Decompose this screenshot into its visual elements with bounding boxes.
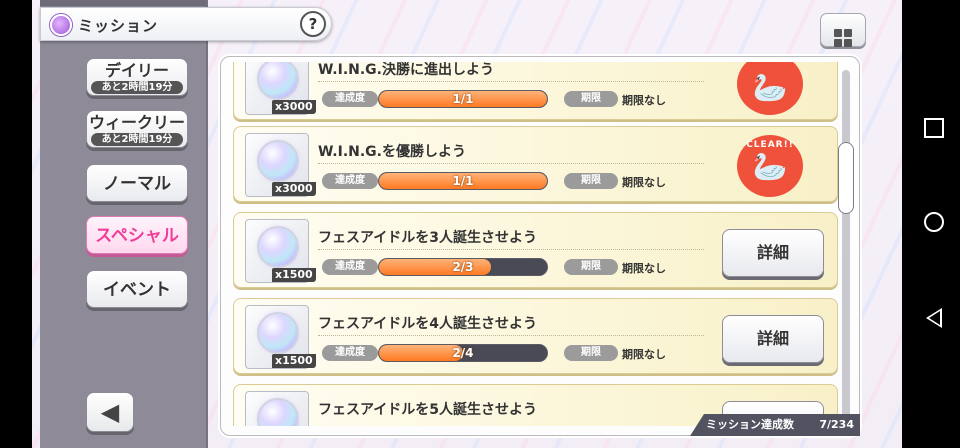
scrollbar[interactable] xyxy=(838,70,854,420)
progress-value: 1/1 xyxy=(452,92,474,106)
tab-label: デイリー xyxy=(104,61,169,80)
reward-qty: x3000 xyxy=(272,182,316,196)
android-nav-bar xyxy=(902,0,960,448)
mission-card: x1500 フェスアイドルを3人誕生させよう 達成度 2/3 期限 期限なし 詳… xyxy=(233,212,838,288)
reward-thumb: x1500 xyxy=(245,219,316,283)
reward-qty: x1500 xyxy=(272,354,316,368)
mission-title: フェスアイドルを4人誕生させよう xyxy=(318,316,538,332)
help-button[interactable]: ? xyxy=(300,11,326,37)
tab-timer: あと2時間19分 xyxy=(91,133,183,146)
mission-count-bar: ミッション達成数 7/234 xyxy=(690,414,860,436)
limit-label: 期限 xyxy=(564,91,618,107)
clear-stamp: 🦢 xyxy=(737,62,803,115)
back-icon[interactable] xyxy=(926,308,942,328)
mission-list[interactable]: x3000 W.I.N.G.決勝に進出しよう 達成度 1/1 期限 期限なし 🦢… xyxy=(233,62,838,426)
reward-qty: x3000 xyxy=(272,100,316,114)
progress-bar: 2/4 xyxy=(378,344,548,362)
progress-bar: 1/1 xyxy=(378,90,548,108)
gem-icon xyxy=(257,62,299,100)
page-header: ミッション xyxy=(40,7,332,41)
tab-label: イベント xyxy=(103,280,171,300)
limit-label: 期限 xyxy=(564,173,618,189)
swan-icon: 🦢 xyxy=(752,71,788,104)
back-button[interactable]: ◀ xyxy=(86,392,134,432)
tab-label: ウィークリー xyxy=(88,113,185,132)
progress-bar: 2/3 xyxy=(378,258,548,276)
reward-thumb: x3000 xyxy=(245,62,316,115)
back-arrow-icon: ◀ xyxy=(100,398,120,426)
progress-label: 達成度 xyxy=(322,345,378,361)
tab-timer: あと2時間19分 xyxy=(91,81,183,94)
divider xyxy=(318,81,704,82)
progress-label: 達成度 xyxy=(322,91,378,107)
divider xyxy=(318,335,704,336)
stamp-text: CLEAR!! xyxy=(746,140,794,150)
limit-value: 期限なし xyxy=(622,176,666,189)
progress-value: 1/1 xyxy=(452,174,474,188)
reward-thumb: x1500 xyxy=(245,305,316,369)
mission-title: W.I.N.G.を優勝しよう xyxy=(318,144,466,160)
swan-icon: 🦢 xyxy=(752,150,788,183)
page-title: ミッション xyxy=(78,17,159,35)
mission-card: x3000 W.I.N.G.決勝に進出しよう 達成度 1/1 期限 期限なし 🦢 xyxy=(233,62,838,120)
limit-value: 期限なし xyxy=(622,262,666,275)
mission-title: フェスアイドルを5人誕生させよう xyxy=(318,402,538,418)
mission-title: フェスアイドルを3人誕生させよう xyxy=(318,230,538,246)
reward-thumb: x3000 xyxy=(245,133,316,197)
mission-title: W.I.N.G.決勝に進出しよう xyxy=(318,62,494,78)
tab-normal[interactable]: ノーマル xyxy=(86,164,188,202)
tab-label: ノーマル xyxy=(103,174,171,194)
tab-event[interactable]: イベント xyxy=(86,270,188,308)
mission-count-value: 7/234 xyxy=(819,418,854,431)
limit-value: 期限なし xyxy=(622,348,666,361)
progress-label: 達成度 xyxy=(322,259,378,275)
divider xyxy=(318,249,704,250)
menu-button[interactable] xyxy=(820,13,866,47)
scrollbar-thumb[interactable] xyxy=(838,142,854,214)
progress-value: 2/4 xyxy=(452,346,474,360)
detail-button[interactable]: 詳細 xyxy=(722,229,824,277)
limit-value: 期限なし xyxy=(622,94,666,107)
reward-thumb xyxy=(245,391,309,426)
progress-label: 達成度 xyxy=(322,173,378,189)
reward-qty: x1500 xyxy=(272,268,316,282)
recents-icon[interactable] xyxy=(924,118,944,138)
grid-icon xyxy=(834,29,852,47)
limit-label: 期限 xyxy=(564,259,618,275)
tab-weekly[interactable]: ウィークリー あと2時間19分 xyxy=(86,110,188,148)
clear-stamp: CLEAR!! 🦢 xyxy=(737,135,803,197)
tab-daily[interactable]: デイリー あと2時間19分 xyxy=(86,58,188,96)
tab-special[interactable]: スペシャル xyxy=(86,216,188,254)
gem-icon xyxy=(257,312,299,354)
gem-icon xyxy=(257,226,299,268)
detail-button[interactable]: 詳細 xyxy=(722,315,824,363)
gem-icon xyxy=(257,398,299,426)
mission-count-label: ミッション達成数 xyxy=(706,418,794,431)
home-icon[interactable] xyxy=(924,212,944,232)
progress-bar: 1/1 xyxy=(378,172,548,190)
limit-label: 期限 xyxy=(564,345,618,361)
mission-card: x1500 フェスアイドルを4人誕生させよう 達成度 2/4 期限 期限なし 詳… xyxy=(233,298,838,374)
progress-value: 2/3 xyxy=(452,260,474,274)
mission-icon xyxy=(50,14,72,36)
divider xyxy=(318,163,704,164)
gem-icon xyxy=(257,140,299,182)
mission-card: x3000 W.I.N.G.を優勝しよう 達成度 1/1 期限 期限なし CLE… xyxy=(233,126,838,202)
tab-label: スペシャル xyxy=(95,226,179,246)
